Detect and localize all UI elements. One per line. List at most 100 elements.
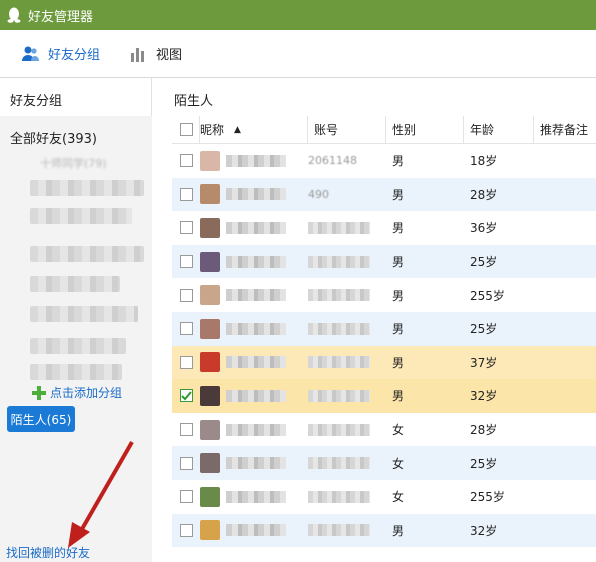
group-item[interactable]: [30, 364, 122, 380]
row-gender: 男: [392, 187, 405, 202]
row-nickname: [200, 251, 308, 272]
account-text: 2061148: [308, 154, 357, 168]
group-item[interactable]: [30, 306, 138, 322]
group-all-friends[interactable]: 全部好友(393): [10, 128, 97, 147]
row-check-cell[interactable]: [172, 154, 200, 168]
avatar: [200, 486, 220, 507]
row-checkbox[interactable]: [180, 187, 193, 201]
table-row[interactable]: 男 36岁: [172, 211, 596, 245]
table-row[interactable]: 女 28岁: [172, 413, 596, 447]
view-button[interactable]: 视图: [118, 30, 192, 78]
table-row[interactable]: 男 25岁: [172, 244, 596, 279]
row-gender: 男: [392, 221, 405, 236]
column-age[interactable]: 年龄: [464, 115, 534, 144]
table-row[interactable]: 男 37岁: [172, 345, 596, 380]
column-account[interactable]: 账号: [308, 115, 386, 144]
blurred-account: [308, 490, 370, 503]
row-check-cell[interactable]: [172, 423, 200, 437]
row-checkbox[interactable]: [180, 221, 193, 235]
row-check-cell[interactable]: [172, 389, 200, 403]
row-check-cell[interactable]: [172, 187, 200, 201]
row-gender: 男: [392, 255, 405, 270]
account-text: 490: [308, 187, 329, 201]
friend-groups-button[interactable]: 好友分组: [0, 30, 110, 78]
row-checkbox[interactable]: [180, 389, 193, 403]
table-row[interactable]: 男 255岁: [172, 278, 596, 312]
column-age-label: 年龄: [470, 123, 495, 137]
blurred-nickname: [226, 524, 286, 537]
row-check-cell[interactable]: [172, 255, 200, 269]
row-check-cell[interactable]: [172, 288, 200, 302]
group-item[interactable]: [30, 180, 144, 196]
row-checkbox[interactable]: [180, 423, 193, 437]
row-checkbox[interactable]: [180, 288, 193, 302]
row-gender: 女: [392, 490, 405, 505]
group-item[interactable]: [30, 208, 132, 224]
group-item[interactable]: [30, 338, 126, 354]
row-check-cell[interactable]: [172, 523, 200, 537]
table-row[interactable]: 男 32岁: [172, 379, 596, 413]
plus-icon: [32, 385, 46, 400]
column-note-label: 推荐备注: [540, 123, 589, 137]
row-gender: 女: [392, 423, 405, 438]
blurred-nickname: [226, 154, 286, 167]
add-group-label: 点击添加分组: [50, 386, 123, 400]
column-nickname[interactable]: 昵称 ▲: [200, 115, 308, 144]
table-row[interactable]: 男 25岁: [172, 311, 596, 346]
column-account-label: 账号: [314, 123, 339, 137]
column-gender[interactable]: 性别: [386, 115, 464, 144]
friend-table: 昵称 ▲ 账号 性别 年龄 推荐备注 2061148 男 18岁 490 男 28岁男 36…: [172, 115, 596, 548]
select-all-cell[interactable]: [172, 115, 200, 144]
row-check-cell[interactable]: [172, 490, 200, 504]
blurred-nickname: [226, 457, 286, 470]
blurred-nickname: [226, 188, 286, 201]
row-nickname: [200, 486, 308, 507]
row-checkbox[interactable]: [180, 154, 193, 168]
select-all-checkbox[interactable]: [180, 123, 193, 136]
table-row[interactable]: 男 32岁: [172, 513, 596, 548]
row-check-cell[interactable]: [172, 221, 200, 235]
column-nickname-label: 昵称: [200, 123, 225, 137]
group-strangers[interactable]: 陌生人(65): [7, 406, 75, 432]
table-row[interactable]: 女 255岁: [172, 480, 596, 514]
row-account: 2061148: [308, 154, 386, 167]
row-checkbox[interactable]: [180, 355, 193, 369]
blurred-account: [308, 389, 370, 402]
row-age: 18岁: [470, 154, 498, 169]
row-checkbox[interactable]: [180, 255, 193, 269]
view-label: 视图: [156, 48, 183, 63]
table-header: 昵称 ▲ 账号 性别 年龄 推荐备注: [172, 115, 596, 144]
row-account: 490: [308, 188, 386, 201]
avatar: [200, 352, 220, 373]
group-item-classmates[interactable]: 十师同学(79): [40, 155, 107, 171]
add-group-button[interactable]: 点击添加分组: [32, 384, 122, 401]
row-checkbox[interactable]: [180, 490, 193, 504]
friend-groups-label: 好友分组: [48, 48, 101, 63]
row-age: 255岁: [470, 288, 505, 303]
user-group-icon: [22, 46, 39, 61]
row-nickname: [200, 318, 308, 339]
table-row[interactable]: 女 25岁: [172, 446, 596, 480]
blurred-nickname: [226, 289, 286, 302]
row-checkbox[interactable]: [180, 456, 193, 470]
row-checkbox[interactable]: [180, 523, 193, 537]
row-check-cell[interactable]: [172, 355, 200, 369]
row-check-cell[interactable]: [172, 456, 200, 470]
current-group-title: 陌生人: [174, 94, 214, 109]
row-nickname: [200, 217, 308, 238]
blurred-account: [308, 322, 370, 335]
row-account: [308, 221, 386, 234]
column-gender-label: 性别: [392, 123, 417, 137]
column-note[interactable]: 推荐备注: [534, 116, 596, 144]
row-age: 28岁: [470, 423, 498, 438]
row-check-cell[interactable]: [172, 322, 200, 336]
row-age: 32岁: [470, 523, 498, 538]
blurred-nickname: [226, 423, 286, 436]
table-row[interactable]: 490 男 28岁: [172, 177, 596, 212]
group-item[interactable]: [30, 276, 120, 292]
group-item[interactable]: [30, 246, 144, 262]
row-nickname: [200, 184, 308, 205]
row-checkbox[interactable]: [180, 322, 193, 336]
table-row[interactable]: 2061148 男 18岁: [172, 144, 596, 178]
avatar: [200, 184, 220, 205]
